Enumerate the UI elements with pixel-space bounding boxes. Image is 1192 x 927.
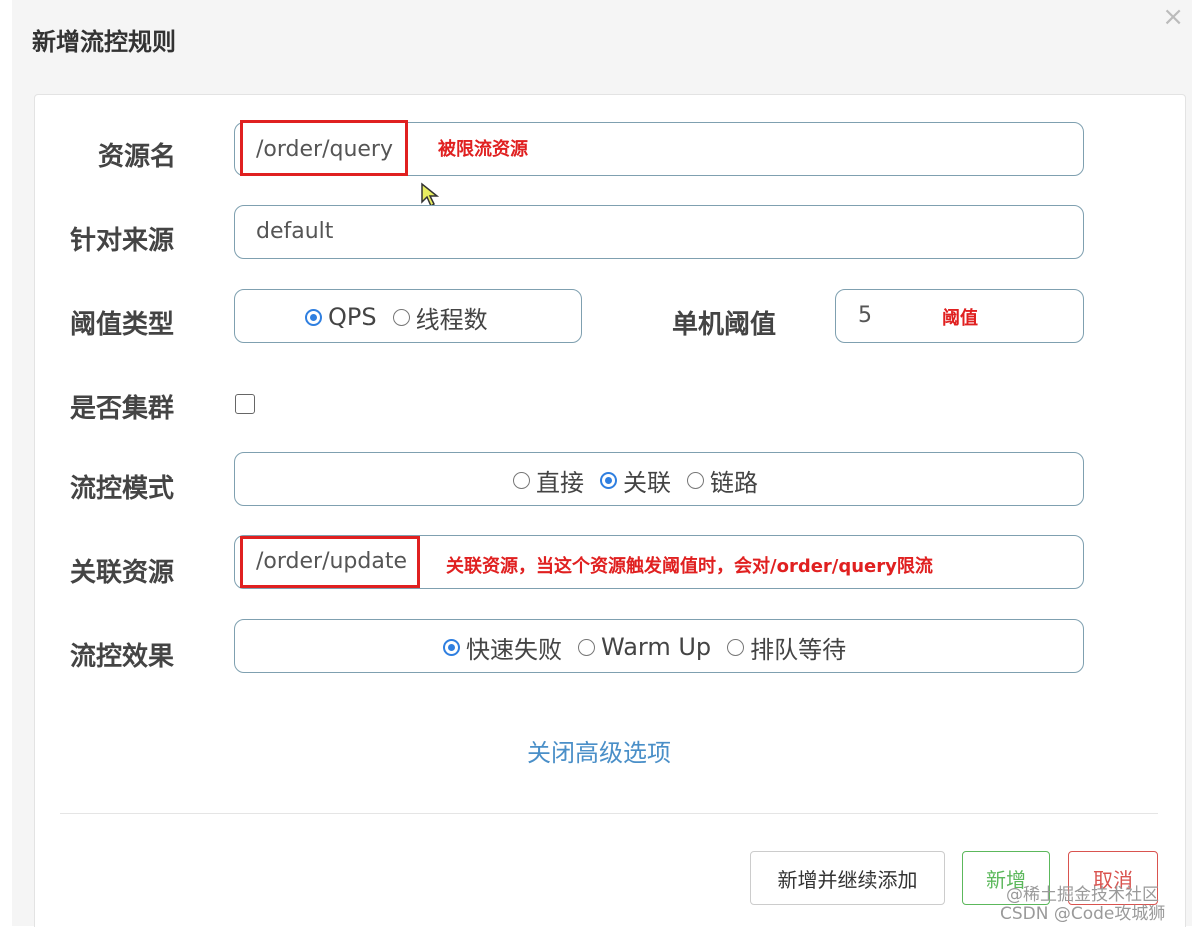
flow-mode-label: 流控模式 xyxy=(70,474,175,504)
single-threshold-value: 5 xyxy=(858,303,872,328)
cluster-checkbox[interactable] xyxy=(235,394,255,414)
radio-checked-icon xyxy=(600,471,617,489)
radio-unchecked-icon xyxy=(513,471,530,489)
resource-label: 资源名 xyxy=(98,142,177,172)
effect-label: 流控效果 xyxy=(70,642,175,672)
watermark-line2: CSDN @Code攻城狮 xyxy=(1000,904,1166,924)
dialog-title: 新增流控规则 xyxy=(32,28,176,56)
close-icon[interactable]: × xyxy=(1162,4,1184,30)
source-input[interactable] xyxy=(234,205,1084,259)
threshold-type-group: QPS 线程数 xyxy=(234,289,582,343)
radio-unchecked-icon xyxy=(578,638,595,656)
close-advanced-link[interactable]: 关闭高级选项 xyxy=(527,733,671,768)
radio-unchecked-icon xyxy=(392,308,410,326)
radio-fast-fail[interactable]: 快速失败 xyxy=(443,630,562,665)
radio-unchecked-icon xyxy=(727,638,745,656)
resource-highlight-box xyxy=(240,120,408,176)
radio-unchecked-icon xyxy=(687,471,704,489)
ref-resource-label: 关联资源 xyxy=(70,558,175,588)
radio-checked-icon xyxy=(443,638,460,656)
radio-queue-label: 排队等待 xyxy=(750,635,847,664)
radio-relate-label: 关联 xyxy=(623,468,671,497)
radio-warm-up-label: Warm Up xyxy=(601,633,712,661)
radio-thread-count[interactable]: 线程数 xyxy=(392,300,488,335)
radio-relate[interactable]: 关联 xyxy=(600,463,671,498)
radio-fast-fail-label: 快速失败 xyxy=(466,635,562,664)
source-value: default xyxy=(256,219,334,244)
radio-direct-label: 直接 xyxy=(536,468,584,497)
flow-mode-group: 直接 关联 链路 xyxy=(234,452,1084,506)
threshold-annotation: 阈值 xyxy=(942,308,978,329)
radio-qps-label: QPS xyxy=(328,303,377,331)
radio-warm-up[interactable]: Warm Up xyxy=(578,633,711,661)
effect-group: 快速失败 Warm Up 排队等待 xyxy=(234,619,1084,673)
cluster-label: 是否集群 xyxy=(70,394,175,424)
radio-qps[interactable]: QPS xyxy=(305,303,377,331)
radio-chain-label: 链路 xyxy=(710,468,758,497)
radio-direct[interactable]: 直接 xyxy=(513,463,584,498)
footer-divider xyxy=(60,813,1158,814)
add-continue-button[interactable]: 新增并继续添加 xyxy=(750,851,945,905)
threshold-type-label: 阈值类型 xyxy=(70,310,175,340)
resource-annotation: 被限流资源 xyxy=(438,139,528,160)
single-threshold-label: 单机阈值 xyxy=(672,310,777,340)
radio-queue[interactable]: 排队等待 xyxy=(727,630,846,665)
ref-resource-annotation: 关联资源，当这个资源触发阈值时，会对/order/query限流 xyxy=(446,556,933,577)
radio-chain[interactable]: 链路 xyxy=(687,463,758,498)
source-label: 针对来源 xyxy=(70,226,175,256)
ref-resource-highlight-box xyxy=(240,536,420,588)
radio-checked-icon xyxy=(305,308,322,326)
radio-thread-count-label: 线程数 xyxy=(415,305,488,334)
